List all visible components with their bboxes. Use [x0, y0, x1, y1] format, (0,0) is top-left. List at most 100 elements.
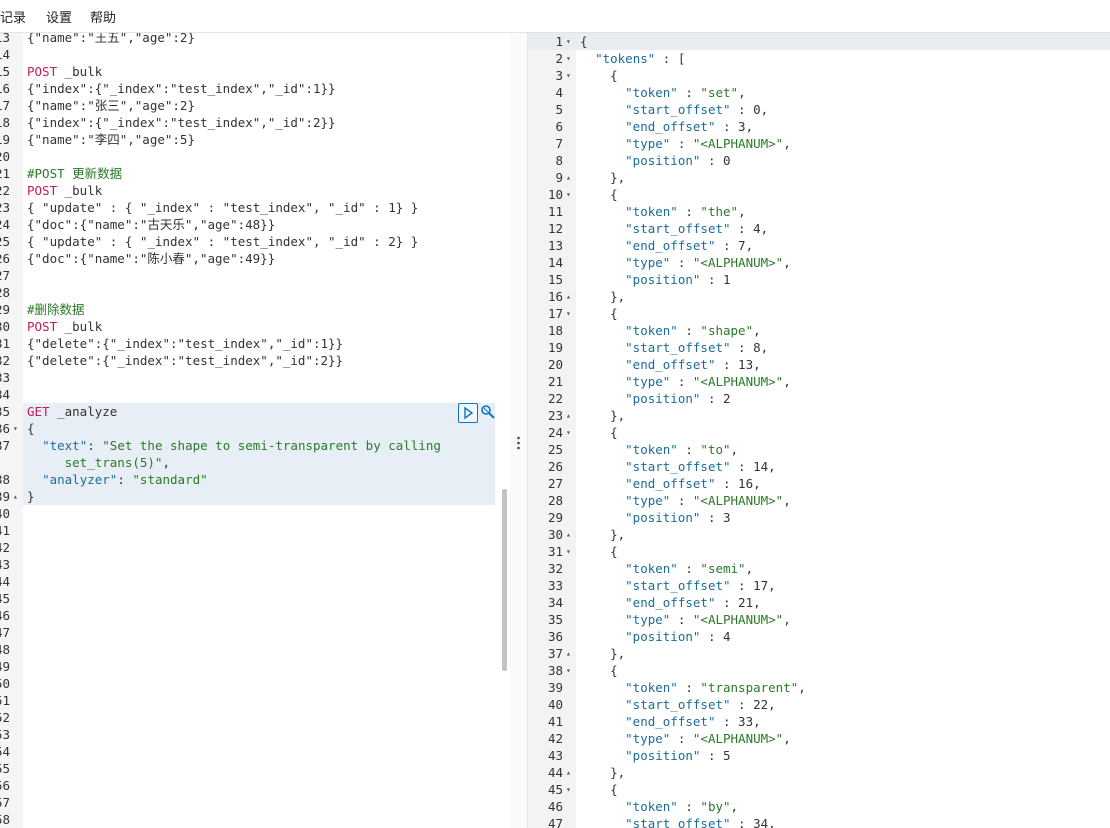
code-line[interactable]: 23 { "update" : { "_index" : "test_index"… [0, 199, 510, 216]
code-line[interactable]: 29 "position" : 3 [528, 509, 1110, 526]
code-line[interactable]: set_trans(5)", [0, 454, 510, 471]
fold-collapse-icon[interactable]: ▾ [566, 50, 571, 67]
code-line[interactable]: 2 ▾ "tokens" : [ [528, 50, 1110, 67]
menu-history[interactable]: 记录 [0, 7, 26, 26]
code-line[interactable]: 23 ▴ }, [528, 407, 1110, 424]
fold-collapse-icon[interactable]: ▾ [566, 424, 571, 441]
fold-expand-icon[interactable]: ▴ [566, 526, 571, 543]
code-line[interactable]: 38 ▾ { [528, 662, 1110, 679]
code-line[interactable]: 46 [0, 607, 510, 624]
code-line[interactable]: 35 GET _analyze [0, 403, 510, 420]
code-line[interactable]: 4 "token" : "set", [528, 84, 1110, 101]
fold-collapse-icon[interactable]: ▾ [566, 543, 571, 560]
code-line[interactable]: 37 ▴ }, [528, 645, 1110, 662]
code-line[interactable]: 9 ▴ }, [528, 169, 1110, 186]
code-line[interactable]: 33 [0, 369, 510, 386]
code-line[interactable]: 47 "start_offset" : 34, [528, 815, 1110, 828]
fold-collapse-icon[interactable]: ▾ [566, 67, 571, 84]
code-line[interactable]: 49 [0, 658, 510, 675]
code-line[interactable]: 6 "end_offset" : 3, [528, 118, 1110, 135]
code-line[interactable]: 21 #POST 更新数据 [0, 165, 510, 182]
code-line[interactable]: 43 [0, 556, 510, 573]
code-line[interactable]: 11 "token" : "the", [528, 203, 1110, 220]
code-line[interactable]: 36▾ { [0, 420, 510, 437]
code-line[interactable]: 44 [0, 573, 510, 590]
code-line[interactable]: 18 "token" : "shape", [528, 322, 1110, 339]
code-line[interactable]: 47 [0, 624, 510, 641]
code-line[interactable]: 57 [0, 794, 510, 811]
request-settings-button[interactable] [479, 403, 497, 421]
code-line[interactable]: 8 "position" : 0 [528, 152, 1110, 169]
code-line[interactable]: 18 {"index":{"_index":"test_index","_id":… [0, 114, 510, 131]
code-line[interactable]: 20 [0, 148, 510, 165]
code-line[interactable]: 42 "type" : "<ALPHANUM>", [528, 730, 1110, 747]
fold-collapse-icon[interactable]: ▾ [566, 781, 571, 798]
code-line[interactable]: 3 ▾ { [528, 67, 1110, 84]
code-line[interactable]: 10 ▾ { [528, 186, 1110, 203]
code-line[interactable]: 48 [0, 641, 510, 658]
code-line[interactable]: 31 ▾ { [528, 543, 1110, 560]
code-line[interactable]: 41 [0, 522, 510, 539]
fold-expand-icon[interactable]: ▴ [13, 488, 18, 505]
code-line[interactable]: 26 "start_offset" : 14, [528, 458, 1110, 475]
fold-collapse-icon[interactable]: ▾ [13, 420, 18, 437]
code-line[interactable]: 15 "position" : 1 [528, 271, 1110, 288]
code-line[interactable]: 46 "token" : "by", [528, 798, 1110, 815]
fold-expand-icon[interactable]: ▴ [566, 169, 571, 186]
code-line[interactable]: 36 "position" : 4 [528, 628, 1110, 645]
code-line[interactable]: 34 [0, 386, 510, 403]
menu-help[interactable]: 帮助 [90, 7, 116, 26]
code-line[interactable]: 27 [0, 267, 510, 284]
pane-resizer[interactable] [510, 33, 527, 828]
code-line[interactable]: 32 {"delete":{"_index":"test_index","_id"… [0, 352, 510, 369]
fold-expand-icon[interactable]: ▴ [566, 764, 571, 781]
code-line[interactable]: 22 "position" : 2 [528, 390, 1110, 407]
code-line[interactable]: 25 { "update" : { "_index" : "test_index"… [0, 233, 510, 250]
code-line[interactable]: 19 {"name":"李四","age":5} [0, 131, 510, 148]
code-line[interactable]: 21 "type" : "<ALPHANUM>", [528, 373, 1110, 390]
code-line[interactable]: 1 ▾ { [528, 33, 1110, 50]
fold-expand-icon[interactable]: ▴ [566, 288, 571, 305]
code-line[interactable]: 17 ▾ { [528, 305, 1110, 322]
code-line[interactable]: 40 "start_offset" : 22, [528, 696, 1110, 713]
response-output[interactable]: 1 ▾{2 ▾ "tokens" : [3 ▾ {4 "token" : "set",… [527, 33, 1110, 828]
code-line[interactable]: 15 POST _bulk [0, 63, 510, 80]
code-line[interactable]: 53 [0, 726, 510, 743]
code-line[interactable]: 41 "end_offset" : 33, [528, 713, 1110, 730]
code-line[interactable]: 30 ▴ }, [528, 526, 1110, 543]
code-line[interactable]: 28 "type" : "<ALPHANUM>", [528, 492, 1110, 509]
code-line[interactable]: 16 ▴ }, [528, 288, 1110, 305]
code-line[interactable]: 24 ▾ { [528, 424, 1110, 441]
code-line[interactable]: 52 [0, 709, 510, 726]
menu-settings[interactable]: 设置 [46, 7, 72, 26]
code-line[interactable]: 50 [0, 675, 510, 692]
request-editor-scrollbar[interactable] [502, 489, 507, 671]
fold-collapse-icon[interactable]: ▾ [566, 186, 571, 203]
code-line[interactable]: 39▴} [0, 488, 510, 505]
code-line[interactable]: 54 [0, 743, 510, 760]
code-line[interactable]: 14 [0, 46, 510, 63]
code-line[interactable]: 25 "token" : "to", [528, 441, 1110, 458]
code-line[interactable]: 40 [0, 505, 510, 522]
code-line[interactable]: 44 ▴ }, [528, 764, 1110, 781]
fold-collapse-icon[interactable]: ▾ [566, 33, 571, 50]
code-line[interactable]: 45 ▾ { [528, 781, 1110, 798]
code-line[interactable]: 26 {"doc":{"name":"陈小春","age":49}} [0, 250, 510, 267]
code-line[interactable]: 5 "start_offset" : 0, [528, 101, 1110, 118]
code-line[interactable]: 34 "end_offset" : 21, [528, 594, 1110, 611]
code-line[interactable]: 14 "type" : "<ALPHANUM>", [528, 254, 1110, 271]
code-line[interactable]: 13 {"name":"王五","age":2} [0, 33, 510, 46]
code-line[interactable]: 7 "type" : "<ALPHANUM>", [528, 135, 1110, 152]
code-line[interactable]: 29 #删除数据 [0, 301, 510, 318]
code-line[interactable]: 22 POST _bulk [0, 182, 510, 199]
code-line[interactable]: 56 [0, 777, 510, 794]
code-line[interactable]: 24 {"doc":{"name":"古天乐","age":48}} [0, 216, 510, 233]
code-line[interactable]: 38 "analyzer": "standard" [0, 471, 510, 488]
run-request-button[interactable] [458, 403, 478, 423]
fold-expand-icon[interactable]: ▴ [566, 645, 571, 662]
code-line[interactable]: 51 [0, 692, 510, 709]
code-line[interactable]: 55 [0, 760, 510, 777]
code-line[interactable]: 30 POST _bulk [0, 318, 510, 335]
code-line[interactable]: 13 "end_offset" : 7, [528, 237, 1110, 254]
code-line[interactable]: 27 "end_offset" : 16, [528, 475, 1110, 492]
